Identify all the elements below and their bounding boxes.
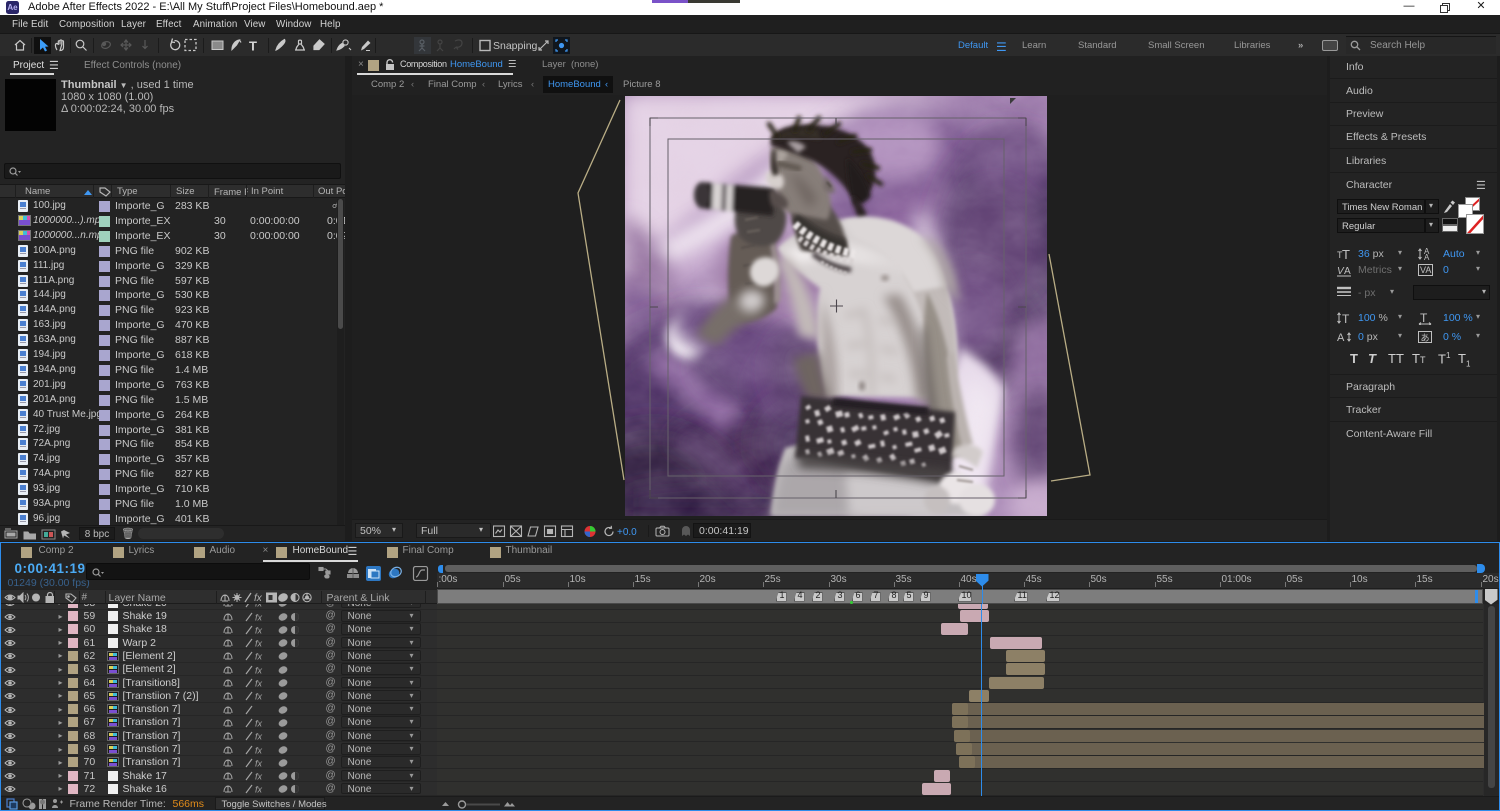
- svg-text:Snapping: Snapping: [493, 40, 538, 52]
- svg-text:fx: fx: [255, 679, 263, 689]
- svg-text:T: T: [1342, 247, 1350, 261]
- svg-text:fx: fx: [255, 745, 263, 755]
- svg-text:fx: fx: [255, 732, 263, 742]
- svg-text:A: A: [1344, 266, 1351, 277]
- svg-text:A: A: [1337, 332, 1345, 344]
- svg-text:A: A: [1424, 253, 1430, 261]
- svg-text:あ: あ: [1421, 333, 1430, 343]
- svg-text:fx: fx: [255, 785, 263, 795]
- svg-text:fx: fx: [255, 604, 263, 609]
- svg-text:T: T: [1342, 312, 1350, 325]
- svg-text:fx: fx: [255, 639, 263, 649]
- svg-text:fx: fx: [255, 665, 263, 675]
- svg-text:+0.0: +0.0: [617, 527, 637, 538]
- svg-text:fx: fx: [255, 625, 263, 635]
- svg-text:fx: fx: [255, 692, 263, 702]
- svg-text:fx: fx: [255, 772, 263, 782]
- svg-text:fx: fx: [254, 593, 263, 603]
- svg-text:VA: VA: [1420, 265, 1431, 275]
- svg-text:fx: fx: [255, 652, 263, 662]
- svg-text:fx: fx: [255, 758, 263, 768]
- svg-text:T: T: [249, 39, 257, 54]
- svg-text:fx: fx: [255, 718, 263, 728]
- svg-text:fx: fx: [255, 612, 263, 622]
